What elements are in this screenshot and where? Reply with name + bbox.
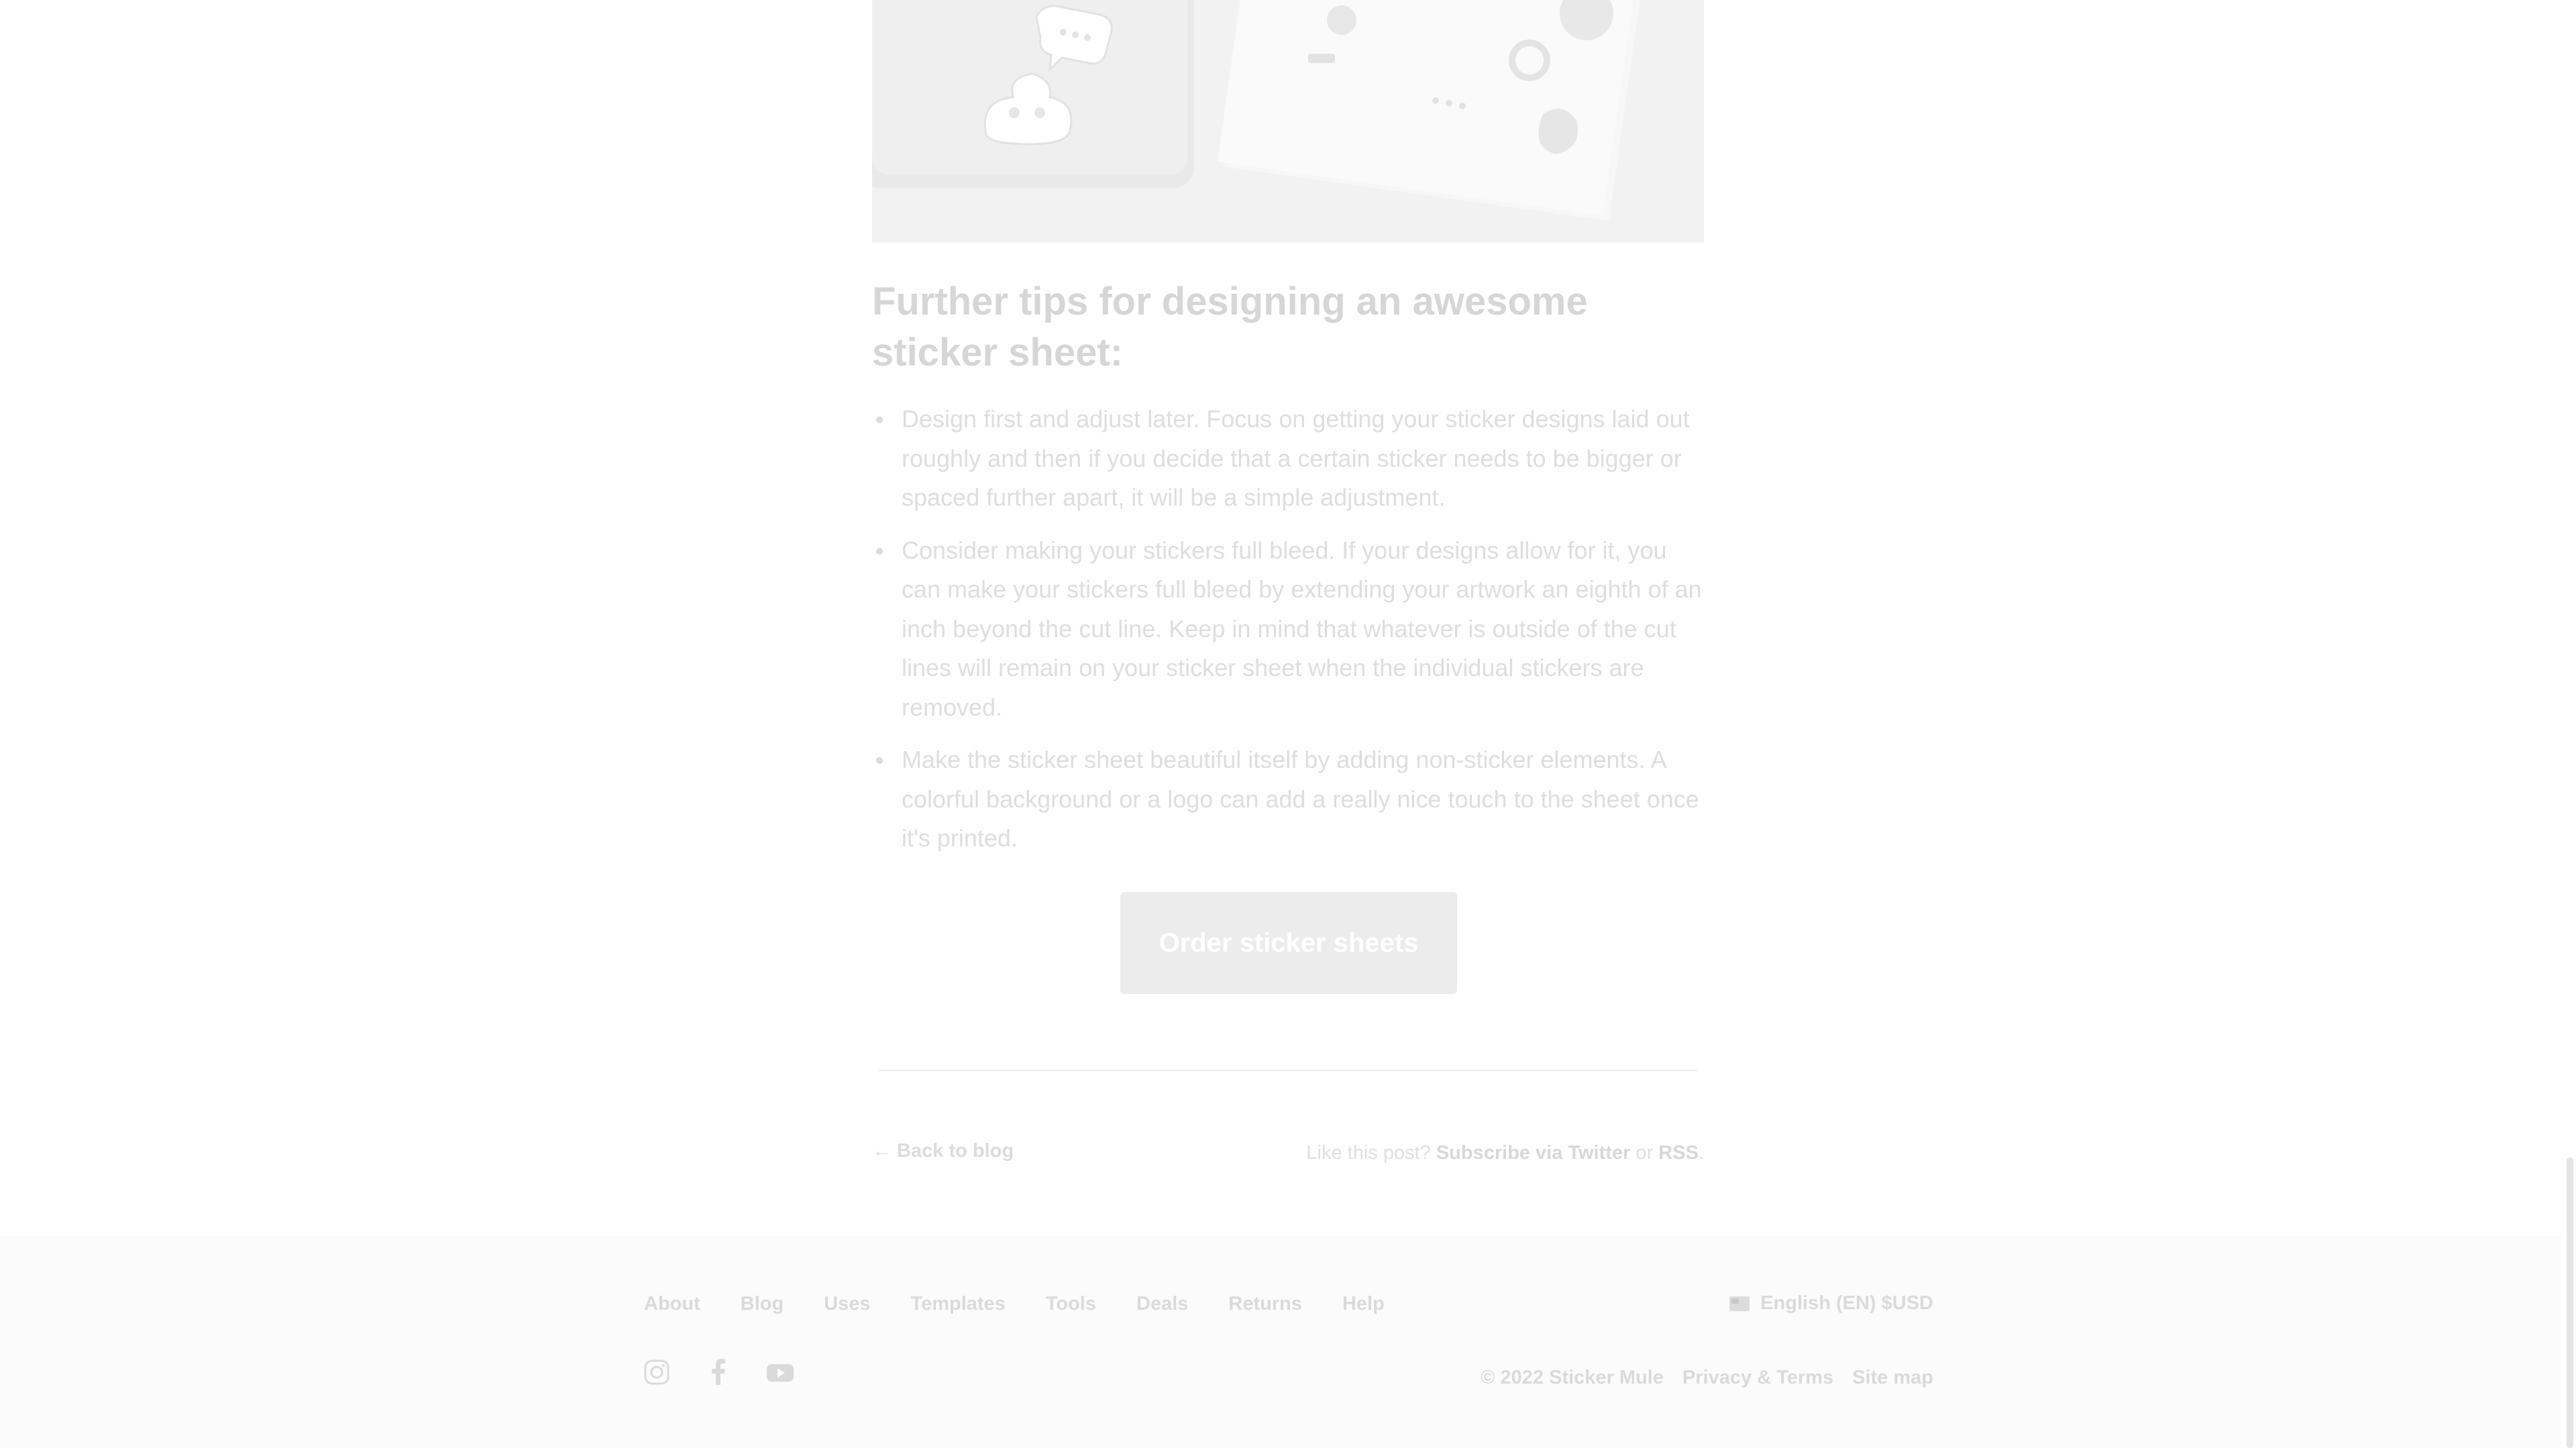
subscribe-link[interactable]: Subscribe via [1436,1142,1568,1164]
footer-link-about[interactable]: About [644,1293,700,1315]
footer-link-returns[interactable]: Returns [1228,1293,1302,1315]
flag-icon [1729,1296,1750,1311]
copyright: © 2022 Sticker Mule [1481,1367,1664,1388]
order-sticker-sheets-button[interactable]: Order sticker sheets [1120,892,1457,994]
site-map-link[interactable]: Site map [1852,1367,1933,1389]
sticker-sheet-illustration [872,0,1704,243]
list-item: Consider making your stickers full bleed… [876,531,1704,728]
list-item: Make the sticker sheet beautiful itself … [876,740,1704,858]
footer-legal: © 2022 Sticker Mule Privacy & Terms Site… [1481,1367,1933,1389]
rss-link[interactable]: RSS [1658,1142,1699,1164]
section-heading: Further tips for designing an awesome st… [872,280,1588,374]
privacy-terms-link[interactable]: Privacy & Terms [1682,1367,1833,1389]
footer-link-tools[interactable]: Tools [1046,1293,1096,1315]
instagram-icon[interactable] [643,1358,671,1386]
subscribe-text: Like this post? Subscribe via Twitter or… [1306,1142,1704,1164]
social-links [643,1358,794,1386]
footer-link-uses[interactable]: Uses [824,1293,870,1315]
footer-link-deals[interactable]: Deals [1136,1293,1188,1315]
or-text: or [1630,1142,1659,1164]
footer-link-templates[interactable]: Templates [911,1293,1006,1315]
article-hero-image [872,0,1704,243]
scrollbar[interactable] [2561,0,2576,1448]
facebook-icon[interactable] [704,1358,733,1386]
footer-link-help[interactable]: Help [1342,1293,1385,1315]
back-to-blog-link[interactable]: ← Back to blog [872,1140,1014,1162]
scrollbar-thumb[interactable] [2567,1158,2573,1448]
twitter-link[interactable]: Twitter [1568,1142,1630,1164]
list-item: Design first and adjust later. Focus on … [876,400,1704,518]
footer-link-blog[interactable]: Blog [741,1293,784,1315]
language-selector[interactable]: English (EN) $USD [1729,1292,1933,1315]
subscribe-prompt: Like this post? [1306,1142,1436,1164]
language-label: English (EN) $USD [1760,1292,1933,1314]
tips-list: Design first and adjust later. Focus on … [872,400,1704,872]
divider [879,1070,1697,1071]
footer-nav: About Blog Uses Templates Tools Deals Re… [644,1293,1425,1315]
period: . [1698,1142,1704,1164]
youtube-icon[interactable] [766,1358,794,1386]
site-footer [0,1235,2576,1448]
